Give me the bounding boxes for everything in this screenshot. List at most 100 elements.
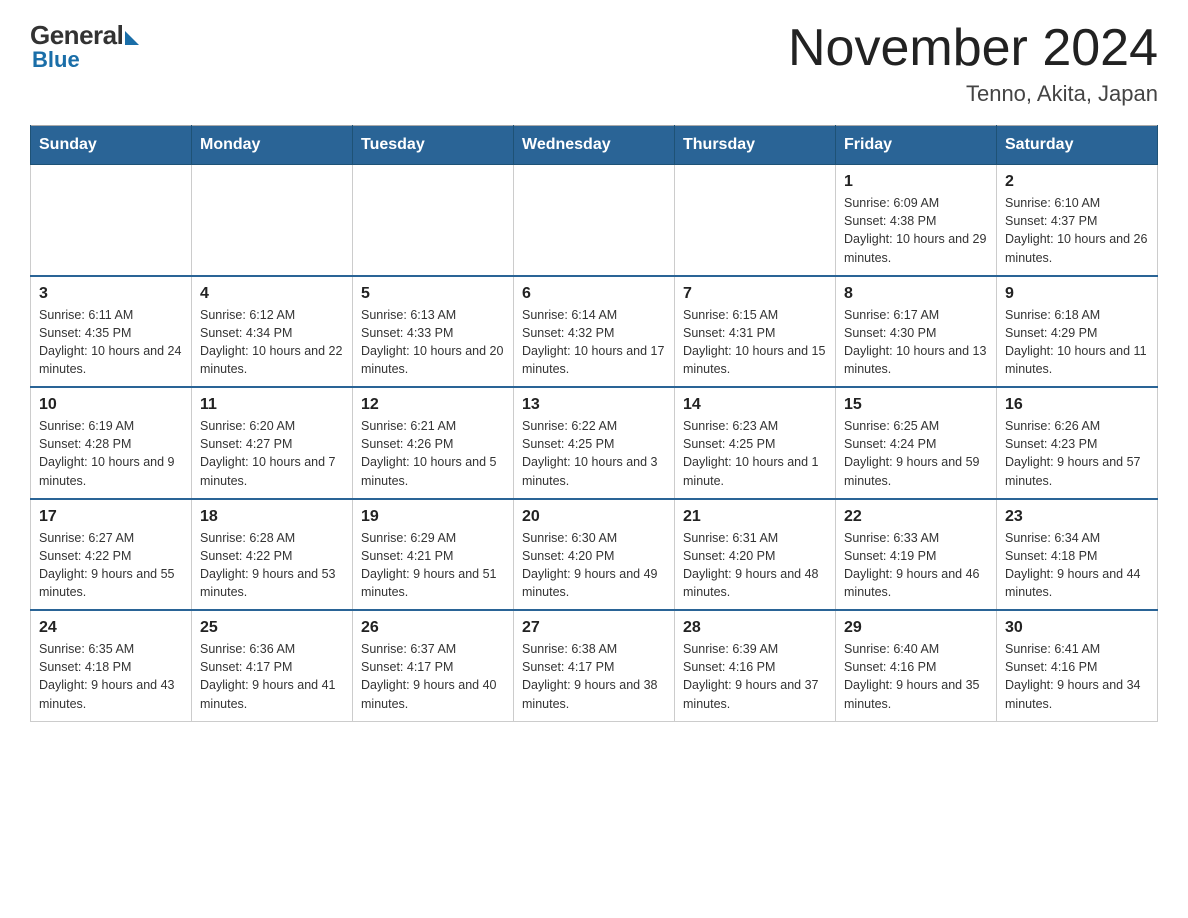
week-row-1: 1 Sunrise: 6:09 AMSunset: 4:38 PMDaylight… bbox=[31, 165, 1158, 276]
day-info: Sunrise: 6:23 AMSunset: 4:25 PMDaylight:… bbox=[683, 417, 827, 490]
day-number: 18 bbox=[200, 508, 344, 526]
calendar-cell: 10Sunrise: 6:19 AMSunset: 4:28 PMDayligh… bbox=[31, 387, 192, 499]
day-number: 11 bbox=[200, 396, 344, 414]
day-number: 28 bbox=[683, 619, 827, 637]
day-number: 13 bbox=[522, 396, 666, 414]
calendar-cell: 18 Sunrise: 6:28 AMSunset: 4:22 PMDayligh… bbox=[192, 499, 353, 611]
calendar-cell: 8 Sunrise: 6:17 AMSunset: 4:30 PMDaylight… bbox=[836, 276, 997, 388]
day-number: 26 bbox=[361, 619, 505, 637]
day-info: Sunrise: 6:38 AMSunset: 4:17 PMDaylight:… bbox=[522, 640, 666, 713]
day-info: Sunrise: 6:37 AMSunset: 4:17 PMDaylight:… bbox=[361, 640, 505, 713]
calendar-cell: 20 Sunrise: 6:30 AMSunset: 4:20 PMDayligh… bbox=[514, 499, 675, 611]
weekday-header-row: SundayMondayTuesdayWednesdayThursdayFrid… bbox=[31, 126, 1158, 165]
calendar-cell: 22 Sunrise: 6:33 AMSunset: 4:19 PMDayligh… bbox=[836, 499, 997, 611]
calendar-cell bbox=[31, 165, 192, 276]
day-info: Sunrise: 6:09 AMSunset: 4:38 PMDaylight:… bbox=[844, 194, 988, 267]
day-number: 3 bbox=[39, 285, 183, 303]
day-info: Sunrise: 6:13 AMSunset: 4:33 PMDaylight:… bbox=[361, 306, 505, 379]
day-info: Sunrise: 6:25 AMSunset: 4:24 PMDaylight:… bbox=[844, 417, 988, 490]
logo: General Blue bbox=[30, 20, 139, 73]
weekday-header-friday: Friday bbox=[836, 126, 997, 165]
calendar-cell: 1 Sunrise: 6:09 AMSunset: 4:38 PMDaylight… bbox=[836, 165, 997, 276]
calendar-cell: 26 Sunrise: 6:37 AMSunset: 4:17 PMDayligh… bbox=[353, 610, 514, 721]
day-info: Sunrise: 6:41 AMSunset: 4:16 PMDaylight:… bbox=[1005, 640, 1149, 713]
calendar-cell: 16 Sunrise: 6:26 AMSunset: 4:23 PMDayligh… bbox=[997, 387, 1158, 499]
day-info: Sunrise: 6:12 AMSunset: 4:34 PMDaylight:… bbox=[200, 306, 344, 379]
calendar-cell bbox=[514, 165, 675, 276]
day-number: 27 bbox=[522, 619, 666, 637]
weekday-header-sunday: Sunday bbox=[31, 126, 192, 165]
calendar-cell: 19 Sunrise: 6:29 AMSunset: 4:21 PMDayligh… bbox=[353, 499, 514, 611]
title-area: November 2024 Tenno, Akita, Japan bbox=[788, 20, 1158, 107]
calendar-cell: 24Sunrise: 6:35 AMSunset: 4:18 PMDayligh… bbox=[31, 610, 192, 721]
day-number: 19 bbox=[361, 508, 505, 526]
day-info: Sunrise: 6:19 AMSunset: 4:28 PMDaylight:… bbox=[39, 417, 183, 490]
day-info: Sunrise: 6:18 AMSunset: 4:29 PMDaylight:… bbox=[1005, 306, 1149, 379]
calendar-cell: 9 Sunrise: 6:18 AMSunset: 4:29 PMDaylight… bbox=[997, 276, 1158, 388]
location-text: Tenno, Akita, Japan bbox=[788, 81, 1158, 107]
day-number: 6 bbox=[522, 285, 666, 303]
day-info: Sunrise: 6:29 AMSunset: 4:21 PMDaylight:… bbox=[361, 529, 505, 602]
day-info: Sunrise: 6:27 AMSunset: 4:22 PMDaylight:… bbox=[39, 529, 183, 602]
week-row-5: 24Sunrise: 6:35 AMSunset: 4:18 PMDayligh… bbox=[31, 610, 1158, 721]
day-info: Sunrise: 6:22 AMSunset: 4:25 PMDaylight:… bbox=[522, 417, 666, 490]
day-info: Sunrise: 6:31 AMSunset: 4:20 PMDaylight:… bbox=[683, 529, 827, 602]
calendar-cell: 27 Sunrise: 6:38 AMSunset: 4:17 PMDayligh… bbox=[514, 610, 675, 721]
week-row-2: 3 Sunrise: 6:11 AMSunset: 4:35 PMDaylight… bbox=[31, 276, 1158, 388]
calendar-cell: 25Sunrise: 6:36 AMSunset: 4:17 PMDayligh… bbox=[192, 610, 353, 721]
day-number: 23 bbox=[1005, 508, 1149, 526]
calendar-cell: 17Sunrise: 6:27 AMSunset: 4:22 PMDayligh… bbox=[31, 499, 192, 611]
day-info: Sunrise: 6:33 AMSunset: 4:19 PMDaylight:… bbox=[844, 529, 988, 602]
day-number: 8 bbox=[844, 285, 988, 303]
day-info: Sunrise: 6:28 AMSunset: 4:22 PMDaylight:… bbox=[200, 529, 344, 602]
calendar-cell bbox=[353, 165, 514, 276]
day-number: 9 bbox=[1005, 285, 1149, 303]
calendar-cell: 3 Sunrise: 6:11 AMSunset: 4:35 PMDaylight… bbox=[31, 276, 192, 388]
calendar-cell: 5 Sunrise: 6:13 AMSunset: 4:33 PMDaylight… bbox=[353, 276, 514, 388]
calendar-cell: 2 Sunrise: 6:10 AMSunset: 4:37 PMDaylight… bbox=[997, 165, 1158, 276]
calendar-cell: 15 Sunrise: 6:25 AMSunset: 4:24 PMDayligh… bbox=[836, 387, 997, 499]
logo-triangle-icon bbox=[125, 31, 139, 45]
day-number: 1 bbox=[844, 173, 988, 191]
day-info: Sunrise: 6:35 AMSunset: 4:18 PMDaylight:… bbox=[39, 640, 183, 713]
day-number: 30 bbox=[1005, 619, 1149, 637]
weekday-header-monday: Monday bbox=[192, 126, 353, 165]
page-header: General Blue November 2024 Tenno, Akita,… bbox=[30, 20, 1158, 107]
day-number: 29 bbox=[844, 619, 988, 637]
calendar-cell: 14 Sunrise: 6:23 AMSunset: 4:25 PMDayligh… bbox=[675, 387, 836, 499]
calendar-table: SundayMondayTuesdayWednesdayThursdayFrid… bbox=[30, 125, 1158, 722]
calendar-cell bbox=[675, 165, 836, 276]
day-info: Sunrise: 6:26 AMSunset: 4:23 PMDaylight:… bbox=[1005, 417, 1149, 490]
calendar-cell: 23 Sunrise: 6:34 AMSunset: 4:18 PMDayligh… bbox=[997, 499, 1158, 611]
day-info: Sunrise: 6:10 AMSunset: 4:37 PMDaylight:… bbox=[1005, 194, 1149, 267]
calendar-cell: 28 Sunrise: 6:39 AMSunset: 4:16 PMDayligh… bbox=[675, 610, 836, 721]
day-number: 14 bbox=[683, 396, 827, 414]
week-row-4: 17Sunrise: 6:27 AMSunset: 4:22 PMDayligh… bbox=[31, 499, 1158, 611]
day-number: 15 bbox=[844, 396, 988, 414]
weekday-header-thursday: Thursday bbox=[675, 126, 836, 165]
day-info: Sunrise: 6:17 AMSunset: 4:30 PMDaylight:… bbox=[844, 306, 988, 379]
day-number: 12 bbox=[361, 396, 505, 414]
day-number: 21 bbox=[683, 508, 827, 526]
day-info: Sunrise: 6:20 AMSunset: 4:27 PMDaylight:… bbox=[200, 417, 344, 490]
day-info: Sunrise: 6:39 AMSunset: 4:16 PMDaylight:… bbox=[683, 640, 827, 713]
calendar-cell: 11 Sunrise: 6:20 AMSunset: 4:27 PMDayligh… bbox=[192, 387, 353, 499]
day-number: 22 bbox=[844, 508, 988, 526]
day-number: 7 bbox=[683, 285, 827, 303]
day-info: Sunrise: 6:21 AMSunset: 4:26 PMDaylight:… bbox=[361, 417, 505, 490]
day-number: 5 bbox=[361, 285, 505, 303]
day-number: 2 bbox=[1005, 173, 1149, 191]
week-row-3: 10Sunrise: 6:19 AMSunset: 4:28 PMDayligh… bbox=[31, 387, 1158, 499]
day-info: Sunrise: 6:30 AMSunset: 4:20 PMDaylight:… bbox=[522, 529, 666, 602]
calendar-cell: 6 Sunrise: 6:14 AMSunset: 4:32 PMDaylight… bbox=[514, 276, 675, 388]
day-info: Sunrise: 6:11 AMSunset: 4:35 PMDaylight:… bbox=[39, 306, 183, 379]
day-info: Sunrise: 6:34 AMSunset: 4:18 PMDaylight:… bbox=[1005, 529, 1149, 602]
weekday-header-wednesday: Wednesday bbox=[514, 126, 675, 165]
logo-blue-text: Blue bbox=[32, 47, 80, 73]
day-info: Sunrise: 6:14 AMSunset: 4:32 PMDaylight:… bbox=[522, 306, 666, 379]
weekday-header-saturday: Saturday bbox=[997, 126, 1158, 165]
day-info: Sunrise: 6:15 AMSunset: 4:31 PMDaylight:… bbox=[683, 306, 827, 379]
day-number: 16 bbox=[1005, 396, 1149, 414]
day-number: 20 bbox=[522, 508, 666, 526]
day-info: Sunrise: 6:36 AMSunset: 4:17 PMDaylight:… bbox=[200, 640, 344, 713]
